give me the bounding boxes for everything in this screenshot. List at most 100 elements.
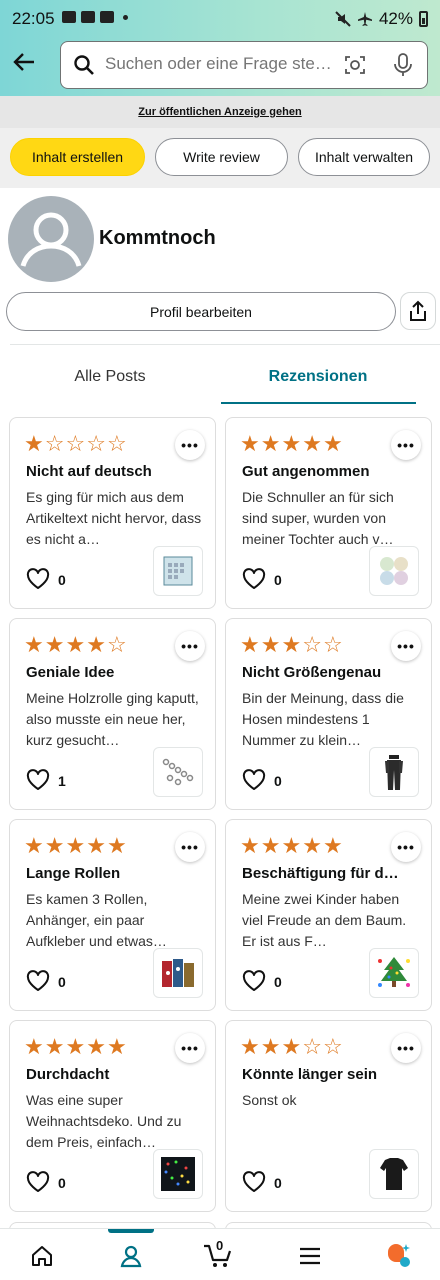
heart-icon[interactable]: [26, 1171, 50, 1193]
like-count: 0: [274, 1175, 282, 1191]
star-empty-icon: ☆: [322, 632, 343, 657]
more-options-button[interactable]: •••: [391, 430, 421, 460]
nav-cart[interactable]: 0: [203, 1238, 233, 1271]
review-title[interactable]: Könnte länger sein: [242, 1066, 422, 1083]
product-thumbnail[interactable]: [369, 747, 419, 797]
action-bar: Inhalt erstellen Write review Inhalt ver…: [0, 128, 440, 188]
public-view-bar: Zur öffentlichen Anzeige gehen: [0, 96, 440, 128]
review-card[interactable]: ★ ★ ★ ★ ★ ••• Durchdacht Was eine super Weihnac…: [9, 1020, 216, 1212]
star-filled-icon: ★: [281, 833, 302, 858]
star-filled-icon: ★: [44, 833, 65, 858]
back-button[interactable]: [8, 46, 40, 78]
heart-icon[interactable]: [242, 568, 266, 590]
tab-reviews[interactable]: Rezensionen: [220, 368, 416, 404]
product-thumbnail[interactable]: [369, 948, 419, 998]
review-card[interactable]: ★ ★ ★ ☆ ☆ ••• Nicht Größengenau Bin der Meinung…: [225, 618, 432, 810]
camera-scan-icon[interactable]: [343, 53, 367, 77]
heart-icon[interactable]: [26, 769, 50, 791]
airplane-mode-icon: [357, 12, 372, 26]
share-icon: [410, 300, 426, 321]
star-empty-icon: ☆: [44, 431, 65, 456]
star-rating: ★ ★ ★ ★ ★: [240, 432, 343, 456]
heart-icon[interactable]: [242, 1171, 266, 1193]
create-content-button[interactable]: Inhalt erstellen: [10, 138, 145, 176]
edit-profile-button[interactable]: Profil bearbeiten: [6, 292, 396, 331]
star-filled-icon: ★: [24, 833, 44, 858]
more-options-button[interactable]: •••: [175, 1033, 205, 1063]
review-title[interactable]: Gut angenommen: [242, 463, 422, 480]
public-view-link[interactable]: Zur öffentlichen Anzeige gehen: [138, 106, 301, 118]
star-filled-icon: ★: [24, 431, 44, 456]
battery-icon: [419, 11, 428, 27]
review-card[interactable]: ★ ☆ ☆ ☆ ☆ ••• Nicht auf deutsch Es ging für mic…: [9, 417, 216, 609]
review-card[interactable]: ★ ★ ★ ☆ ☆ ••• Könnte länger sein Sonst ok 0: [225, 1020, 432, 1212]
tab-all-posts[interactable]: Alle Posts: [0, 368, 220, 404]
review-card[interactable]: ★ ★ ★ ★ ☆ ••• Geniale Idee Meine Holzrolle ging…: [9, 618, 216, 810]
nav-home[interactable]: [27, 1241, 57, 1271]
status-bar: 22:05 42%: [0, 0, 440, 38]
star-filled-icon: ★: [302, 431, 322, 456]
star-filled-icon: ★: [240, 431, 260, 456]
user-placeholder-icon: [20, 212, 82, 267]
like-count: 0: [58, 572, 66, 588]
search-bar[interactable]: [60, 41, 428, 89]
lights-product-icon: [161, 1157, 195, 1191]
star-filled-icon: ★: [260, 431, 281, 456]
star-filled-icon: ★: [281, 431, 302, 456]
review-card[interactable]: ★ ★ ★ ★ ★ ••• Beschäftigung für d… Meine zwei K…: [225, 819, 432, 1011]
nav-profile[interactable]: [116, 1241, 146, 1271]
more-options-button[interactable]: •••: [391, 832, 421, 862]
star-rating: ★ ★ ★ ★ ★: [24, 1035, 127, 1059]
star-rating: ★ ★ ★ ☆ ☆: [240, 1035, 343, 1059]
star-filled-icon: ★: [86, 833, 106, 858]
search-input[interactable]: [105, 54, 335, 74]
manage-content-button[interactable]: Inhalt verwalten: [298, 138, 430, 176]
review-text: Meine Holzrolle ging kaputt, also musste…: [26, 690, 199, 748]
nav-menu[interactable]: [295, 1241, 325, 1271]
gallery-notification-icon: [62, 11, 76, 23]
like-count: 1: [58, 773, 66, 789]
review-title[interactable]: Nicht Größengenau: [242, 664, 422, 681]
avatar[interactable]: [8, 196, 94, 282]
write-review-button[interactable]: Write review: [155, 138, 288, 176]
microphone-icon[interactable]: [393, 52, 413, 78]
like-count: 0: [274, 572, 282, 588]
review-title[interactable]: Lange Rollen: [26, 865, 206, 882]
more-options-button[interactable]: •••: [391, 1033, 421, 1063]
star-filled-icon: ★: [240, 833, 260, 858]
heart-icon[interactable]: [26, 568, 50, 590]
star-empty-icon: ☆: [106, 632, 127, 657]
share-button[interactable]: [400, 292, 436, 330]
star-filled-icon: ★: [44, 632, 65, 657]
heart-icon[interactable]: [242, 970, 266, 992]
star-filled-icon: ★: [260, 1034, 281, 1059]
review-title[interactable]: Durchdacht: [26, 1066, 206, 1083]
product-thumbnail[interactable]: [153, 948, 203, 998]
product-thumbnail[interactable]: [153, 1149, 203, 1199]
bottom-navigation: 0: [0, 1228, 440, 1280]
product-thumbnail[interactable]: [369, 546, 419, 596]
review-title[interactable]: Nicht auf deutsch: [26, 463, 206, 480]
review-card[interactable]: ★ ★ ★ ★ ★ ••• Lange Rollen Es kamen 3 Rollen, A…: [9, 819, 216, 1011]
more-options-button[interactable]: •••: [175, 430, 205, 460]
nav-rufus[interactable]: [383, 1241, 413, 1271]
heart-icon[interactable]: [26, 970, 50, 992]
review-title[interactable]: Beschäftigung für d…: [242, 865, 422, 882]
arrow-left-icon: [13, 53, 34, 71]
product-thumbnail[interactable]: [153, 747, 203, 797]
more-options-button[interactable]: •••: [175, 631, 205, 661]
product-thumbnail[interactable]: [153, 546, 203, 596]
more-options-button[interactable]: •••: [175, 832, 205, 862]
star-filled-icon: ★: [24, 1034, 44, 1059]
roller-product-icon: [162, 758, 194, 786]
review-card[interactable]: ★ ★ ★ ★ ★ ••• Gut angenommen Die Schnuller an f…: [225, 417, 432, 609]
product-thumbnail[interactable]: [369, 1149, 419, 1199]
heart-icon[interactable]: [242, 769, 266, 791]
review-title[interactable]: Geniale Idee: [26, 664, 206, 681]
status-time: 22:05: [12, 9, 55, 28]
more-options-button[interactable]: •••: [391, 631, 421, 661]
star-rating: ★ ★ ★ ★ ★: [24, 834, 127, 858]
star-filled-icon: ★: [322, 431, 343, 456]
review-text: Es ging für mich aus dem Artikeltext nic…: [26, 489, 202, 547]
tab-active-indicator: [221, 402, 416, 404]
